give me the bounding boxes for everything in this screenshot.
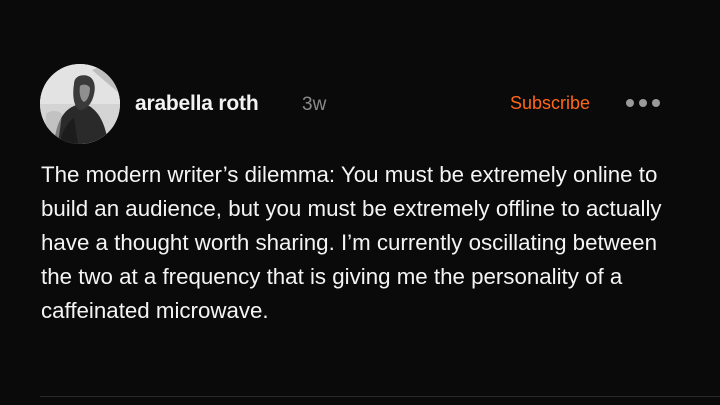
author-name[interactable]: arabella roth — [135, 92, 259, 116]
post-timestamp: 3w — [302, 94, 327, 115]
divider — [40, 396, 720, 397]
more-options-icon[interactable] — [626, 98, 660, 108]
post-body: The modern writer’s dilemma: You must be… — [41, 162, 662, 323]
note-post: arabella roth 3w Subscribe The modern wr… — [0, 0, 720, 405]
avatar-photo — [40, 64, 120, 144]
more-dot — [639, 99, 647, 107]
more-dot — [626, 99, 634, 107]
post-header: arabella roth 3w Subscribe — [40, 64, 680, 144]
more-dot — [652, 99, 660, 107]
avatar[interactable] — [40, 64, 120, 144]
subscribe-button[interactable]: Subscribe — [510, 93, 590, 114]
